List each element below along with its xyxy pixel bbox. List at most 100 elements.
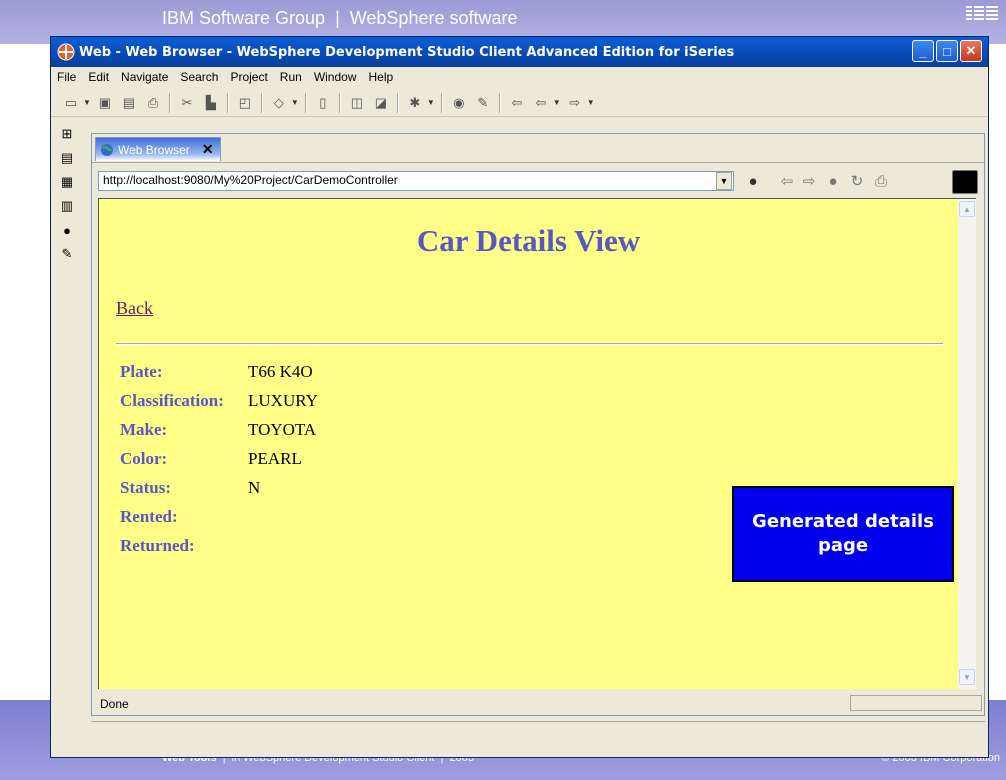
- open-perspective-icon[interactable]: ⊞: [58, 125, 76, 143]
- print-icon[interactable]: ⎙: [872, 172, 890, 190]
- car-details: Plate: T66 K4O Classification: LUXURY Ma…: [120, 362, 318, 565]
- detail-row-status: Status: N: [120, 478, 318, 507]
- url-input[interactable]: http://localhost:9080/My%20Project/CarDe…: [98, 171, 734, 191]
- save-icon[interactable]: ▣: [96, 94, 114, 112]
- back-dropdown-icon[interactable]: ▼: [553, 98, 561, 107]
- menu-project[interactable]: Project: [224, 70, 273, 84]
- toolbar-separator: [338, 92, 341, 113]
- detail-row-make: Make: TOYOTA: [120, 420, 318, 449]
- back-link[interactable]: Back: [116, 298, 153, 319]
- search-icon[interactable]: ◉: [450, 94, 468, 112]
- tab-label: Web Browser: [118, 142, 190, 157]
- url-dropdown-icon[interactable]: ▼: [716, 172, 732, 190]
- color-value: PEARL: [248, 449, 302, 468]
- toolbar-separator: [304, 92, 307, 113]
- toolbar-separator: [168, 92, 171, 113]
- pencil-icon[interactable]: ✎: [474, 94, 492, 112]
- tab-web-browser[interactable]: Web Browser ✕: [95, 137, 221, 161]
- ibm-logo: [966, 6, 998, 20]
- tab-strip: Web Browser ✕: [92, 134, 984, 163]
- debug-dropdown-icon[interactable]: ▼: [427, 98, 435, 107]
- plate-label: Plate:: [120, 362, 163, 381]
- progress-box: [850, 695, 982, 711]
- scroll-down-icon[interactable]: ▼: [959, 669, 975, 685]
- browser-viewport: Car Details View Back Plate: T66 K4O Cla…: [98, 198, 958, 689]
- make-label: Make:: [120, 420, 168, 439]
- forward-icon[interactable]: ⇨: [566, 94, 584, 112]
- classification-label: Classification:: [120, 391, 224, 410]
- toolbar-separator: [226, 92, 229, 113]
- make-value: TOYOTA: [248, 420, 317, 439]
- go-icon[interactable]: ●: [744, 172, 762, 190]
- menu-file[interactable]: File: [51, 70, 82, 84]
- main-toolbar: ▭ ▼ ▣ ▤ ⎙ ✂ ▙ ◰ ◇ ▼ ▯ ◫ ◪ ✱ ▼ ◉ ✎ ⇦ ⇦ ▼ ⇨ ▼: [51, 89, 988, 117]
- shortcut-bar: ⊞ ▤ ▦ ▥ ● ✎: [51, 119, 85, 619]
- detail-row-returned: Returned:: [120, 536, 318, 565]
- status-bar: Done: [92, 691, 984, 715]
- debug-icon[interactable]: ✱: [406, 94, 424, 112]
- paperclip-icon[interactable]: ✎: [58, 245, 76, 263]
- activity-indicator: [952, 170, 978, 194]
- print-icon[interactable]: ⎙: [144, 94, 162, 112]
- menu-navigate[interactable]: Navigate: [115, 70, 174, 84]
- perspective-data-icon[interactable]: ▥: [58, 197, 76, 215]
- back-icon[interactable]: ⇦: [778, 172, 796, 190]
- title-bar[interactable]: Web - Web Browser - WebSphere Developmen…: [51, 37, 988, 67]
- back-icon[interactable]: ⇦: [532, 94, 550, 112]
- perspective-resource-icon[interactable]: ▦: [58, 173, 76, 191]
- returned-label: Returned:: [120, 536, 195, 555]
- detail-row-plate: Plate: T66 K4O: [120, 362, 318, 391]
- page-title: Car Details View: [416, 223, 641, 258]
- perspective-web-icon[interactable]: ▤: [58, 149, 76, 167]
- detail-row-classification: Classification: LUXURY: [120, 391, 318, 420]
- menu-search[interactable]: Search: [174, 70, 224, 84]
- toolbar-separator: [498, 92, 501, 113]
- forward-icon[interactable]: ⇨: [800, 172, 818, 190]
- scroll-up-icon[interactable]: ▲: [959, 201, 975, 217]
- forward-dropdown-icon[interactable]: ▼: [587, 98, 595, 107]
- horizontal-rule: [116, 343, 943, 345]
- window-title: Web - Web Browser - WebSphere Developmen…: [79, 44, 735, 60]
- color-label: Color:: [120, 449, 168, 468]
- document-icon[interactable]: ▯: [314, 94, 332, 112]
- new-dropdown-icon[interactable]: ▼: [83, 98, 91, 107]
- wizard-dropdown-icon[interactable]: ▼: [291, 98, 299, 107]
- new-icon[interactable]: ▭: [62, 94, 80, 112]
- toolbar-separator: [396, 92, 399, 113]
- minimize-button[interactable]: _: [912, 40, 934, 62]
- new-file-icon[interactable]: ◪: [372, 94, 390, 112]
- rented-label: Rented:: [120, 507, 178, 526]
- menu-help[interactable]: Help: [363, 70, 400, 84]
- detail-row-rented: Rented:: [120, 507, 318, 536]
- callout-box: Generated details page: [732, 486, 954, 582]
- web-browser-editor: Web Browser ✕ http://localhost:9080/My%2…: [91, 133, 985, 716]
- last-edit-icon[interactable]: ⇦: [508, 94, 526, 112]
- status-value: N: [248, 478, 261, 497]
- url-bar: http://localhost:9080/My%20Project/CarDe…: [92, 166, 984, 194]
- app-window: Web - Web Browser - WebSphere Developmen…: [50, 36, 989, 758]
- maximize-button[interactable]: □: [936, 40, 958, 62]
- menu-window[interactable]: Window: [308, 70, 363, 84]
- new-project-icon[interactable]: ◫: [348, 94, 366, 112]
- detail-row-color: Color: PEARL: [120, 449, 318, 478]
- globe-icon: [101, 143, 113, 156]
- vertical-scrollbar[interactable]: ▲ ▼: [958, 198, 976, 689]
- menu-run[interactable]: Run: [274, 70, 308, 84]
- globe-icon[interactable]: ●: [58, 221, 76, 239]
- refresh-icon[interactable]: ↻: [848, 172, 866, 190]
- stop-icon[interactable]: ●: [824, 172, 842, 190]
- menu-edit[interactable]: Edit: [82, 70, 115, 84]
- save-all-icon[interactable]: ▤: [120, 94, 138, 112]
- wizard-icon[interactable]: ◇: [270, 94, 288, 112]
- classification-value: LUXURY: [248, 391, 318, 410]
- slide-header: IBM Software Group | WebSphere software: [162, 8, 518, 28]
- paste-icon[interactable]: ▙: [202, 94, 220, 112]
- open-type-icon[interactable]: ◰: [236, 94, 254, 112]
- close-button[interactable]: ✕: [960, 40, 982, 62]
- status-text: Done: [100, 697, 129, 711]
- menu-bar: File Edit Navigate Search Project Run Wi…: [51, 67, 988, 87]
- close-tab-icon[interactable]: ✕: [202, 141, 214, 158]
- toolbar-separator: [260, 92, 263, 113]
- cut-icon[interactable]: ✂: [178, 94, 196, 112]
- plate-value: T66 K4O: [248, 362, 313, 381]
